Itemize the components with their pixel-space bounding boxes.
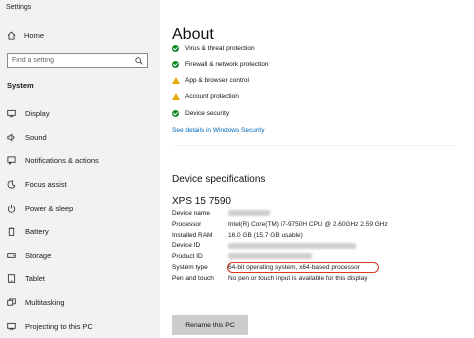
sound-icon	[7, 133, 16, 142]
page-title: About	[172, 26, 214, 43]
sidebar-item-label: Storage	[25, 250, 52, 260]
security-item-label: Account protection	[185, 93, 239, 101]
spec-value: 64-bit operating system, x64-based proce…	[228, 263, 360, 271]
focus-assist-icon	[7, 180, 16, 189]
sidebar-item-battery[interactable]: Battery	[0, 220, 160, 244]
security-status-list: Virus & threat protection Firewall & net…	[172, 44, 268, 121]
device-specifications-heading: Device specifications	[172, 174, 266, 185]
windows-security-link[interactable]: See details in Windows Security	[172, 127, 265, 134]
spec-label: Device name	[172, 210, 210, 217]
sidebar-item-label: Tablet	[25, 274, 46, 284]
spec-grid: Device name Processor Intel(R) Core(TM) …	[172, 210, 458, 285]
projecting-icon	[7, 322, 16, 331]
section-label-system: System	[7, 81, 34, 90]
spec-label: Processor	[172, 220, 202, 228]
spec-row-product-id: Product ID	[172, 253, 458, 262]
spec-value: Intel(R) Core(TM) i7-9750H CPU @ 2.60GHz…	[228, 220, 388, 228]
warning-icon	[172, 93, 180, 101]
security-item-account[interactable]: Account protection	[172, 89, 268, 105]
sidebar-item-tablet[interactable]: Tablet	[0, 267, 160, 291]
security-item-device[interactable]: Device security	[172, 105, 268, 121]
search-icon[interactable]	[135, 52, 143, 70]
notifications-icon	[7, 156, 16, 166]
tablet-icon	[7, 274, 16, 284]
spec-label: System type	[172, 263, 208, 271]
security-item-label: Firewall & network protection	[185, 60, 269, 68]
window-title: Settings	[6, 4, 32, 11]
spec-row-system-type: System type 64-bit operating system, x64…	[172, 261, 458, 273]
sidebar-item-label: Sound	[25, 132, 47, 142]
main-content: About Virus & threat protection Firewall…	[160, 0, 474, 338]
spec-value: 16.0 GB (15.7 GB usable)	[228, 231, 303, 239]
spec-value-redacted	[228, 242, 388, 251]
sidebar-nav: Display Sound Notifications & actions Fo…	[0, 102, 160, 338]
security-item-label: Device security	[185, 109, 230, 117]
power-icon	[7, 204, 16, 213]
security-item-label: Virus & threat protection	[185, 45, 255, 52]
sidebar-item-sound[interactable]: Sound	[0, 126, 160, 150]
ok-status-icon	[172, 109, 179, 117]
multitasking-icon	[7, 298, 16, 307]
sidebar-item-label: Notifications & actions	[25, 156, 99, 166]
warning-icon	[172, 76, 180, 84]
sidebar-item-storage[interactable]: Storage	[0, 244, 160, 268]
spec-label: Device ID	[172, 242, 201, 250]
spec-row-device-id: Device ID	[172, 242, 458, 251]
security-item-app-browser[interactable]: App & browser control	[172, 72, 268, 88]
spec-value-redacted	[228, 210, 388, 219]
home-label: Home	[24, 31, 45, 40]
sidebar-item-focus-assist[interactable]: Focus assist	[0, 173, 160, 197]
sidebar-item-notifications[interactable]: Notifications & actions	[0, 149, 160, 173]
ok-status-icon	[172, 60, 179, 68]
sidebar-item-label: Projecting to this PC	[25, 321, 93, 331]
spec-row-processor: Processor Intel(R) Core(TM) i7-9750H CPU…	[172, 221, 458, 230]
spec-label: Installed RAM	[172, 231, 213, 239]
sidebar-item-label: Power & sleep	[25, 203, 74, 213]
sidebar: Settings Home System Display Sound	[0, 0, 160, 338]
home-icon	[7, 31, 16, 40]
spec-row-ram: Installed RAM 16.0 GB (15.7 GB usable)	[172, 232, 458, 241]
sidebar-item-multitasking[interactable]: Multitasking	[0, 291, 160, 315]
storage-icon	[7, 251, 16, 260]
sidebar-item-label: Battery	[25, 227, 49, 237]
search-input[interactable]	[12, 57, 132, 64]
spec-label: Product ID	[172, 253, 203, 261]
rename-pc-button[interactable]: Rename this PC	[172, 315, 248, 335]
sidebar-item-projecting[interactable]: Projecting to this PC	[0, 314, 160, 338]
sidebar-item-power-sleep[interactable]: Power & sleep	[0, 196, 160, 220]
display-icon	[7, 109, 16, 118]
device-model-name: XPS 15 7590	[172, 196, 231, 207]
security-item-label: App & browser control	[185, 76, 249, 84]
sidebar-item-label: Multitasking	[25, 298, 65, 308]
spec-value: No pen or touch input is available for t…	[228, 274, 368, 282]
home-link[interactable]: Home	[7, 31, 44, 40]
spec-row-pen-touch: Pen and touch No pen or touch input is a…	[172, 275, 458, 284]
spec-row-device-name: Device name	[172, 210, 458, 219]
spec-value-redacted	[228, 253, 388, 262]
sidebar-item-display[interactable]: Display	[0, 102, 160, 126]
security-item-virus[interactable]: Virus & threat protection	[172, 44, 268, 52]
battery-icon	[7, 227, 16, 237]
search-box[interactable]	[7, 53, 148, 68]
divider	[172, 145, 457, 146]
security-item-firewall[interactable]: Firewall & network protection	[172, 56, 268, 72]
sidebar-item-label: Display	[25, 109, 50, 119]
sidebar-item-label: Focus assist	[25, 180, 67, 190]
spec-label: Pen and touch	[172, 274, 214, 282]
ok-status-icon	[172, 45, 179, 52]
